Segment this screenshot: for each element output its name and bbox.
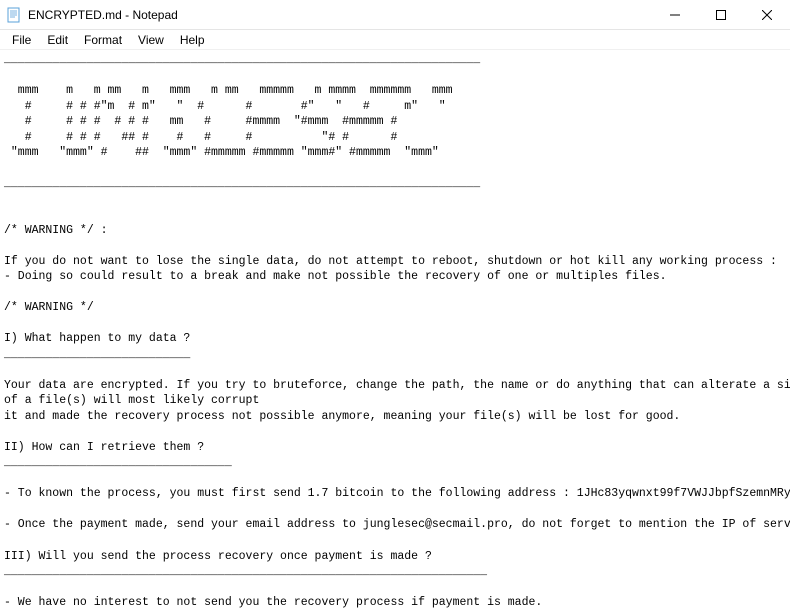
- menu-edit[interactable]: Edit: [39, 31, 76, 49]
- warning-header: /* WARNING */ :: [4, 224, 108, 237]
- section-3-title: III) Will you send the process recovery …: [4, 550, 432, 563]
- section-1-body-3: it and made the recovery process not pos…: [4, 410, 680, 423]
- section-1-body-1: Your data are encrypted. If you try to b…: [4, 379, 790, 392]
- hr-after-ascii: ________________________________________…: [4, 177, 480, 190]
- section-1-title: I) What happen to my data ?: [4, 332, 190, 345]
- titlebar-left: ENCRYPTED.md - Notepad: [0, 7, 178, 23]
- minimize-button[interactable]: [652, 0, 698, 30]
- warning-footer: /* WARNING */: [4, 301, 94, 314]
- warning-line-1: If you do not want to lose the single da…: [4, 255, 777, 268]
- hr-top: ________________________________________…: [4, 53, 480, 66]
- ascii-art-banner: mmm m m mm m mmm m mm mmmmm m mmmm mmmmm…: [4, 84, 453, 159]
- section-1-body-2: of a file(s) will most likely corrupt: [4, 394, 259, 407]
- menu-file[interactable]: File: [4, 31, 39, 49]
- section-3-body-1: - We have no interest to not send you th…: [4, 596, 542, 609]
- section-1-underline: ___________________________: [4, 348, 190, 361]
- menu-help[interactable]: Help: [172, 31, 213, 49]
- section-2-body-2: - Once the payment made, send your email…: [4, 518, 790, 531]
- menubar: File Edit Format View Help: [0, 30, 790, 50]
- window-titlebar: ENCRYPTED.md - Notepad: [0, 0, 790, 30]
- close-button[interactable]: [744, 0, 790, 30]
- menu-format[interactable]: Format: [76, 31, 130, 49]
- maximize-button[interactable]: [698, 0, 744, 30]
- text-editor-content[interactable]: ________________________________________…: [0, 50, 790, 616]
- warning-line-2: - Doing so could result to a break and m…: [4, 270, 667, 283]
- section-3-underline: ________________________________________…: [4, 565, 487, 578]
- menu-view[interactable]: View: [130, 31, 172, 49]
- section-2-body-1: - To known the process, you must first s…: [4, 487, 790, 500]
- window-controls: [652, 0, 790, 29]
- section-2-title: II) How can I retrieve them ?: [4, 441, 204, 454]
- notepad-icon: [6, 7, 22, 23]
- section-2-underline: _________________________________: [4, 456, 232, 469]
- window-title: ENCRYPTED.md - Notepad: [28, 8, 178, 22]
